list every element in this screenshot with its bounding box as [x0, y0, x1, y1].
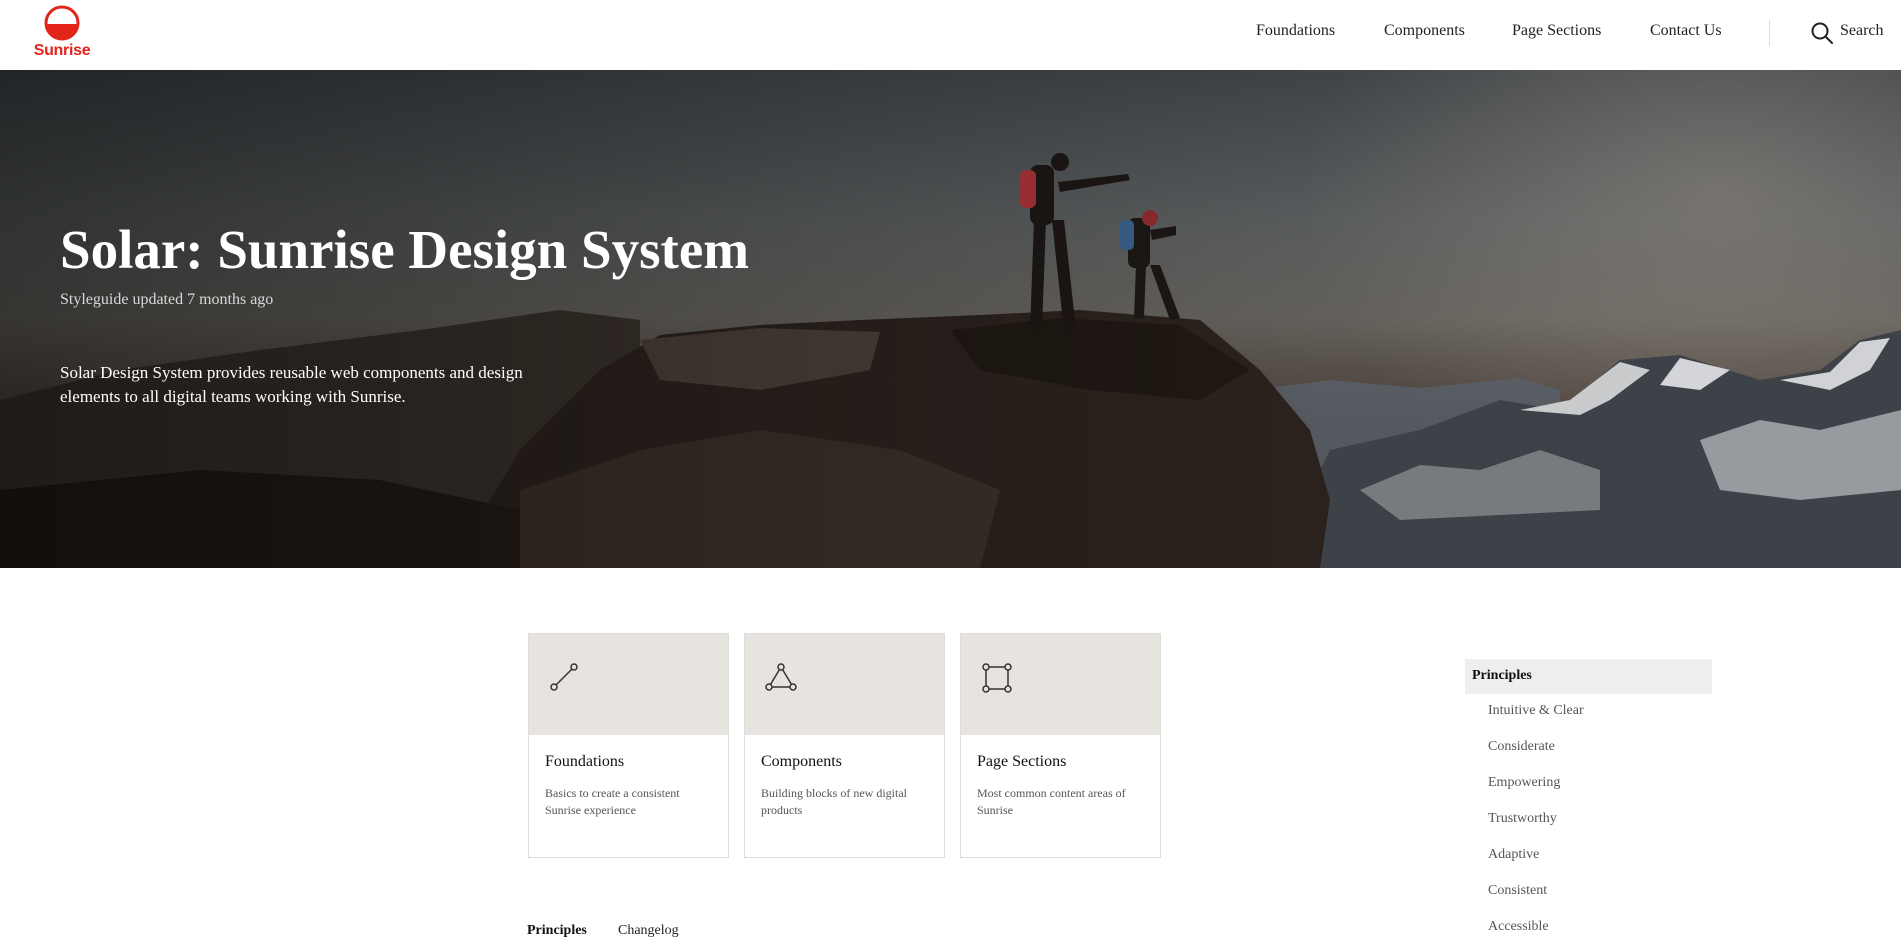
sidenav-heading-principles[interactable]: Principles — [1465, 659, 1712, 694]
sidenav-item-adaptive[interactable]: Adaptive — [1488, 847, 1539, 863]
card-description: Most common content areas of Sunrise — [977, 786, 1126, 817]
page-title: Solar: Sunrise Design System — [60, 219, 750, 280]
card-description: Building blocks of new digital products — [761, 786, 907, 817]
tab-principles[interactable]: Principles — [527, 923, 587, 939]
nav-page-sections[interactable]: Page Sections — [1512, 22, 1601, 40]
triangle-nodes-icon — [765, 663, 797, 691]
line-segment-icon — [550, 663, 578, 691]
updated-timestamp: Styleguide updated 7 months ago — [60, 291, 274, 308]
nav-divider — [1769, 20, 1770, 46]
card-title: Foundations — [545, 753, 625, 770]
hero-overlay — [0, 70, 1901, 568]
sunrise-logo[interactable]: Sunrise — [30, 5, 94, 65]
hero-banner: Solar: Sunrise Design System Styleguide … — [0, 70, 1901, 568]
hero-description: Solar Design System provides reusable we… — [60, 363, 523, 406]
card-title: Page Sections — [977, 753, 1067, 770]
card-page-sections[interactable]: Page Sections Most common content areas … — [960, 633, 1161, 858]
card-foundations[interactable]: Foundations Basics to create a consisten… — [528, 633, 729, 858]
sidenav-item-consistent[interactable]: Consistent — [1488, 883, 1547, 899]
sidenav-item-empowering[interactable]: Empowering — [1488, 775, 1560, 791]
sidenav-item-trustworthy[interactable]: Trustworthy — [1488, 811, 1557, 827]
card-header — [529, 634, 728, 735]
square-nodes-icon — [982, 663, 1012, 693]
sidenav-item-accessible[interactable]: Accessible — [1488, 919, 1549, 935]
search-icon — [1811, 22, 1833, 44]
search-label: Search — [1840, 22, 1884, 39]
card-components[interactable]: Components Building blocks of new digita… — [744, 633, 945, 858]
site-header: Sunrise Foundations Components Page Sect… — [0, 0, 1901, 71]
sidenav-item-intuitive-clear[interactable]: Intuitive & Clear — [1488, 703, 1584, 719]
nav-components[interactable]: Components — [1384, 22, 1465, 40]
sunrise-logo-mark — [44, 5, 80, 41]
nav-foundations[interactable]: Foundations — [1256, 22, 1335, 40]
card-header — [961, 634, 1160, 735]
logo-wordmark: Sunrise — [33, 42, 91, 59]
sidenav-heading-label: Principles — [1472, 668, 1532, 683]
card-description: Basics to create a consistent Sunrise ex… — [545, 786, 680, 817]
card-title: Components — [761, 753, 842, 770]
nav-contact-us[interactable]: Contact Us — [1650, 22, 1722, 40]
sidenav-item-considerate[interactable]: Considerate — [1488, 739, 1555, 755]
card-header — [745, 634, 944, 735]
tab-changelog[interactable]: Changelog — [618, 923, 679, 939]
